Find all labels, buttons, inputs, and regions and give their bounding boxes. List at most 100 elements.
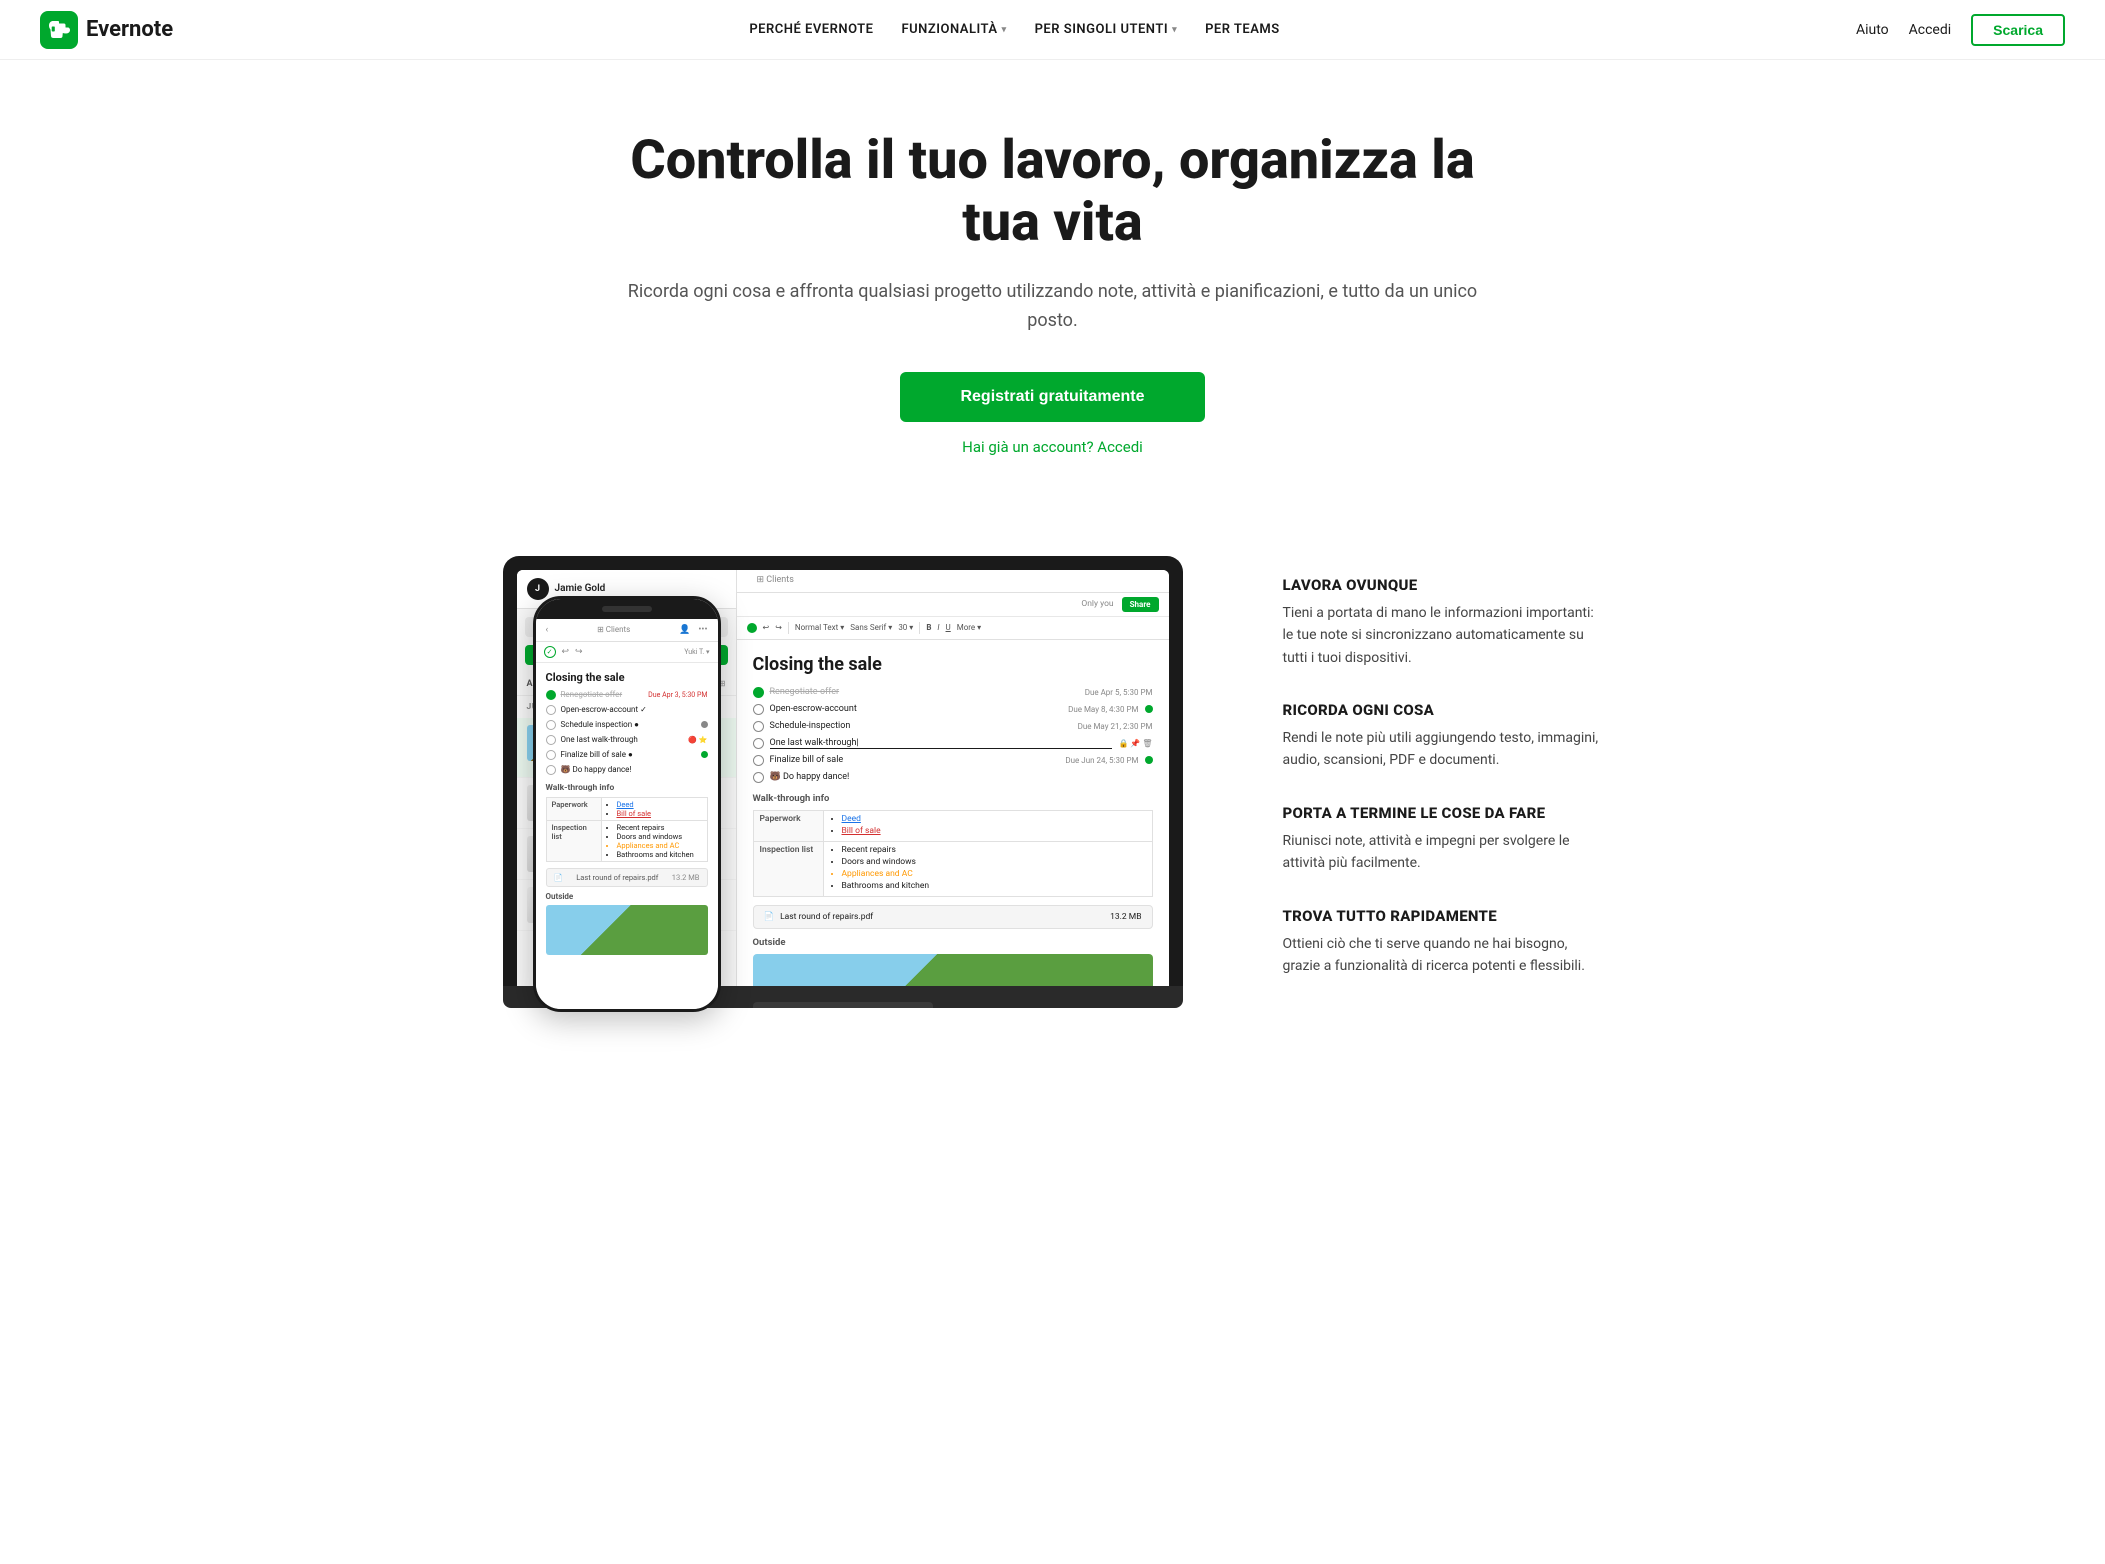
task-check-done xyxy=(753,687,764,698)
toolbar-bold[interactable]: B xyxy=(926,623,931,632)
phone-profile-icon[interactable]: 👤 xyxy=(679,625,690,635)
pdf-size: 13.2 MB xyxy=(1110,912,1141,922)
phone-pdf-attachment[interactable]: 📄 Last round of repairs.pdf 13.2 MB xyxy=(546,868,708,887)
feature-title-ovunque: LAVORA OVUNQUE xyxy=(1283,576,1603,594)
phone-undo[interactable]: ↩ xyxy=(562,647,570,657)
phone-check-walk xyxy=(546,735,556,745)
phone-pdf-icon: 📄 xyxy=(554,873,563,882)
table-cell-paperwork-items: Deed Bill of sale xyxy=(823,810,1152,841)
phone-bill-link[interactable]: Bill of sale xyxy=(617,809,652,818)
toolbar-size[interactable]: 30 ▾ xyxy=(898,623,913,632)
task-walkthrough: One last walk-through| 🔒 📌 🗑 xyxy=(753,738,1153,749)
navbar: Evernote PERCHÉ EVERNOTE FUNZIONALITÀ ▾ … xyxy=(0,0,2105,60)
phone-screen: ‹ ⊞ Clients 👤 ••• ↩ ↪ Yuki T. ▾ xyxy=(536,619,718,1009)
phone-notebook-label: ⊞ Clients xyxy=(597,625,630,634)
toolbar-undo[interactable]: ↩ xyxy=(763,623,770,632)
toolbar-sep2 xyxy=(919,622,920,634)
phone-note-toolbar: ↩ ↪ Yuki T. ▾ xyxy=(536,642,718,663)
toolbar-font[interactable]: Sans Serif ▾ xyxy=(850,623,892,632)
nav-funzionalita[interactable]: FUNZIONALITÀ ▾ xyxy=(902,22,1007,37)
phone-task-dance: 🐻 Do happy dance! xyxy=(546,765,708,775)
phone-check-dance xyxy=(546,765,556,775)
note-content-title: Closing the sale xyxy=(753,654,1153,675)
task-dot-bill xyxy=(1145,756,1153,764)
singoli-chevron: ▾ xyxy=(1172,25,1177,35)
phone-info-table: Paperwork Deed Bill of sale Inspection l… xyxy=(546,797,708,862)
task-check-dance xyxy=(753,772,764,783)
feature-title-trova: TROVA TUTTO RAPIDAMENTE xyxy=(1283,907,1603,925)
demo-section: J Jamie Gold 🔍 Search + New ▾ xyxy=(403,496,1703,1126)
phone-note-title: Closing the sale xyxy=(546,671,708,684)
task-label-escrow: Open-escrow-account xyxy=(770,704,1063,714)
task-renegotiate: Renegotiate-offer Due Apr 5, 5:30 PM xyxy=(753,687,1153,698)
task-due-renegotiate: Due Apr 5, 5:30 PM xyxy=(1085,688,1153,697)
scarica-button[interactable]: Scarica xyxy=(1971,14,2065,46)
nav-perche[interactable]: PERCHÉ EVERNOTE xyxy=(749,22,873,37)
feature-ricorda: RICORDA OGNI COSA Rendi le note più util… xyxy=(1283,701,1603,772)
pdf-attachment[interactable]: 📄 Last round of repairs.pdf 13.2 MB xyxy=(753,905,1153,929)
feature-title-porta: PORTA A TERMINE LE COSE DA FARE xyxy=(1283,804,1603,822)
task-check-inspection xyxy=(753,721,764,732)
task-check-bill xyxy=(753,755,764,766)
deed-link[interactable]: Deed xyxy=(842,814,861,824)
phone-task-escrow: Open-escrow-account ✓ xyxy=(546,705,708,715)
outside-label: Outside xyxy=(753,937,1153,948)
toolbar-more[interactable]: More ▾ xyxy=(957,623,981,632)
phone-task-walk: One last walk-through 🔴 ⭐ xyxy=(546,735,708,745)
info-table: Paperwork Deed Bill of sale xyxy=(753,810,1153,897)
task-label-walk[interactable]: One last walk-through| xyxy=(770,738,1113,749)
register-button[interactable]: Registrati gratuitamente xyxy=(900,372,1204,422)
phone-section-walk: Walk-through info xyxy=(546,783,708,793)
tab-clients[interactable]: ⊞ Clients xyxy=(747,570,804,592)
nav-singoli[interactable]: PER SINGOLI UTENTI ▾ xyxy=(1035,22,1178,37)
phone-notch-bar xyxy=(602,606,652,612)
feature-porta: PORTA A TERMINE LE COSE DA FARE Riunisci… xyxy=(1283,804,1603,875)
phone-row-paperwork: Paperwork Deed Bill of sale xyxy=(546,797,707,820)
task-label-inspection: Schedule-inspection xyxy=(770,721,1072,731)
toolbar-italic[interactable]: I xyxy=(937,623,939,632)
toolbar-sep xyxy=(788,622,789,634)
nav-teams[interactable]: PER TEAMS xyxy=(1205,22,1280,37)
toolbar-underline[interactable]: U xyxy=(946,623,951,632)
aiuto-link[interactable]: Aiuto xyxy=(1856,22,1889,38)
task-due-inspection: Due May 21, 2:30 PM xyxy=(1078,722,1153,731)
accedi-link[interactable]: Accedi xyxy=(1909,22,1952,38)
logo-link[interactable]: Evernote xyxy=(40,11,173,49)
task-inspection: Schedule-inspection Due May 21, 2:30 PM xyxy=(753,721,1153,732)
funzionalita-chevron: ▾ xyxy=(1002,25,1007,35)
toolbar-redo[interactable]: ↪ xyxy=(775,623,782,632)
phone-check-inspection xyxy=(546,720,556,730)
share-button[interactable]: Share xyxy=(1122,597,1159,612)
pdf-filename: Last round of repairs.pdf xyxy=(780,912,873,922)
bill-of-sale-link[interactable]: Bill of sale xyxy=(842,826,881,836)
toolbar-text-style[interactable]: Normal Text ▾ xyxy=(795,623,844,632)
table-cell-paperwork-label: Paperwork xyxy=(753,810,823,841)
evernote-logo-icon xyxy=(40,11,78,49)
phone-pdf-size: 13.2 MB xyxy=(672,873,700,882)
feature-desc-trova: Ottieni ciò che ti serve quando ne hai b… xyxy=(1283,933,1603,978)
phone-note-yuki: Yuki T. ▾ xyxy=(684,648,709,656)
feature-title-ricorda: RICORDA OGNI COSA xyxy=(1283,701,1603,719)
outside-image xyxy=(753,954,1153,986)
phone-deed-link[interactable]: Deed xyxy=(617,800,634,809)
phone-note-content: Closing the sale Renegotiate offer Due A… xyxy=(536,663,718,963)
phone-actions: 👤 ••• xyxy=(679,625,707,635)
note-share-bar: Only you Share xyxy=(737,593,1169,617)
table-cell-inspection-label: Inspection list xyxy=(753,841,823,896)
hero-section: Controlla il tuo lavoro, organizza la tu… xyxy=(603,60,1503,496)
phone-dot-inspection xyxy=(701,721,708,728)
phone-back-icon[interactable]: ‹ xyxy=(546,625,549,635)
phone-check-icon[interactable] xyxy=(544,646,556,658)
phone-check-renegotiate xyxy=(546,690,556,700)
phone-redo[interactable]: ↪ xyxy=(575,647,583,657)
task-label-dance: 🐻 Do happy dance! xyxy=(770,772,1153,782)
phone-task-bill: Finalize bill of sale ● xyxy=(546,750,708,760)
phone-more-icon[interactable]: ••• xyxy=(698,625,707,635)
phone-app-header: ‹ ⊞ Clients 👤 ••• xyxy=(536,619,718,642)
feature-ovunque: LAVORA OVUNQUE Tieni a portata di mano l… xyxy=(1283,576,1603,669)
phone-check-escrow xyxy=(546,705,556,715)
phone-pdf-name: Last round of repairs.pdf xyxy=(576,873,658,882)
phone-mockup: ‹ ⊞ Clients 👤 ••• ↩ ↪ Yuki T. ▾ xyxy=(533,596,721,1012)
login-link[interactable]: Hai già un account? Accedi xyxy=(623,438,1483,456)
devices-mockup: J Jamie Gold 🔍 Search + New ▾ xyxy=(503,516,1223,1046)
